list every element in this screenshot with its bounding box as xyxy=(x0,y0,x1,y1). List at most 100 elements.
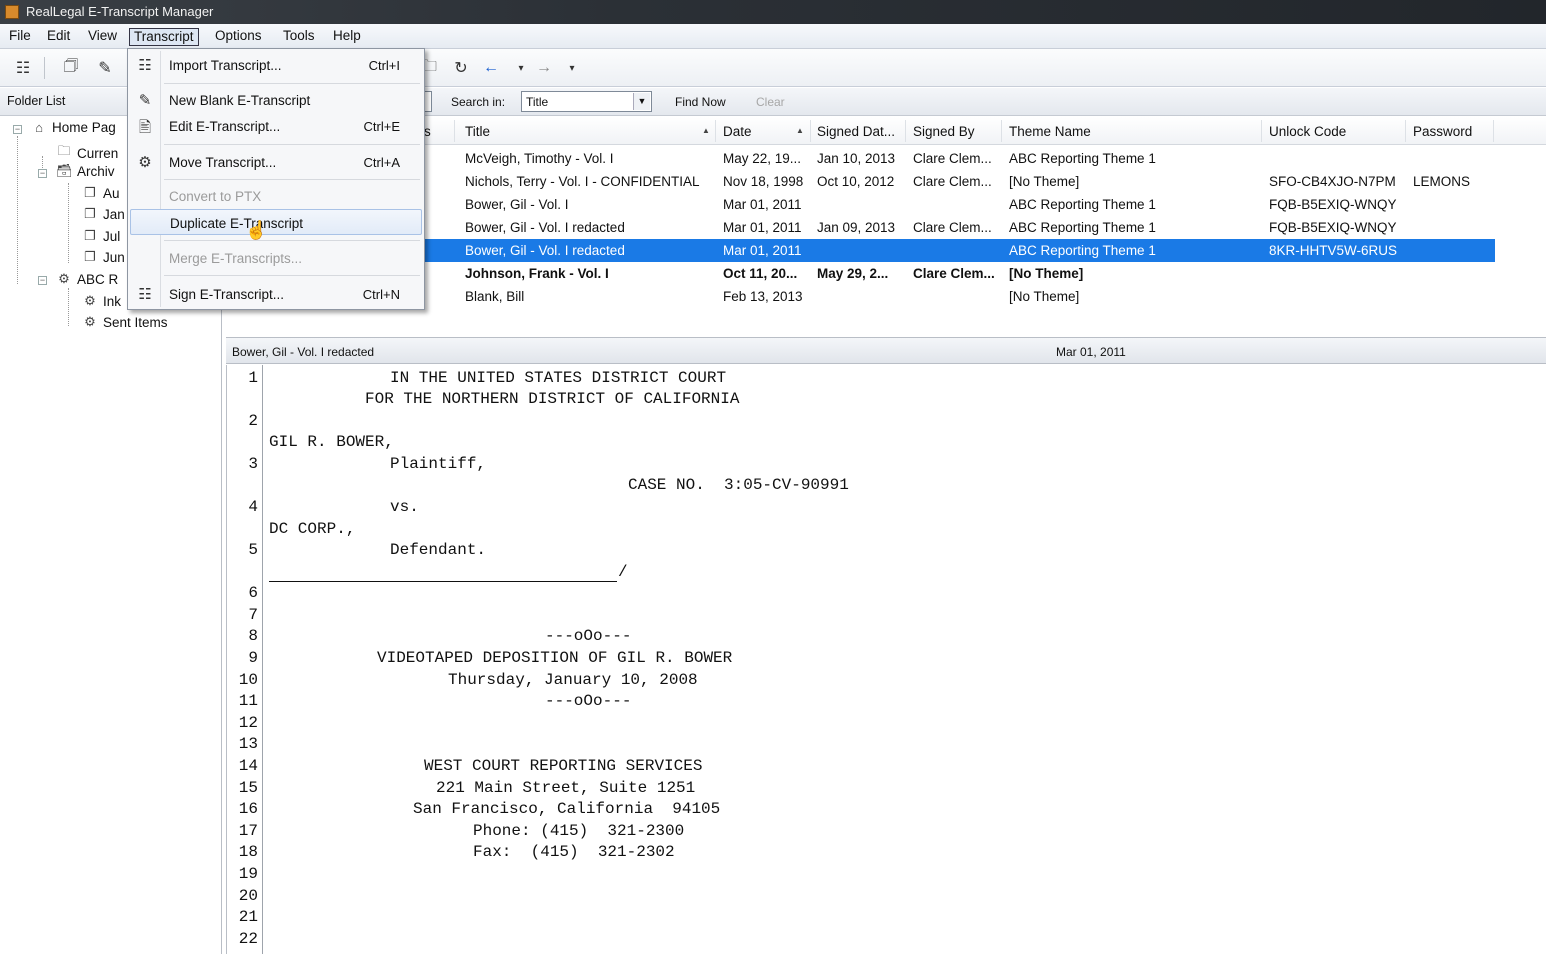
line-number: 19 xyxy=(238,865,258,883)
tree-jun[interactable]: ❐ Jun xyxy=(82,249,125,265)
import-icon[interactable]: ☷ xyxy=(12,57,34,79)
menu-item-shortcut: Ctrl+A xyxy=(363,155,400,170)
tree-label: Home Pag xyxy=(52,120,116,135)
forward-dropdown-icon[interactable]: ▾ xyxy=(561,57,583,79)
line-number: 2 xyxy=(248,412,258,430)
tree-abc[interactable]: ⚙ ABC R xyxy=(56,271,118,287)
menu-merge-transcripts[interactable]: Merge E-Transcripts... xyxy=(130,245,422,271)
menu-edit[interactable]: Edit xyxy=(43,28,74,46)
tree-aug[interactable]: ❐ Au xyxy=(82,185,120,201)
import-icon: ☷ xyxy=(138,57,152,74)
cell-unlock: 8KR-HHTV5W-6RUS xyxy=(1269,243,1398,258)
tree-expander[interactable]: − xyxy=(38,169,47,178)
tree-label: Jul xyxy=(103,228,121,244)
col-header-unlock[interactable]: Unlock Code xyxy=(1269,124,1346,139)
col-header-title[interactable]: Title xyxy=(465,124,490,139)
menu-help[interactable]: Help xyxy=(329,28,365,46)
search-in-select[interactable]: Title ▼ xyxy=(521,91,652,112)
col-header-signed-by[interactable]: Signed By xyxy=(913,124,975,139)
cell-signed-by: Clare Clem... xyxy=(913,266,995,281)
cell-title: Nichols, Terry - Vol. I - CONFIDENTIAL xyxy=(465,174,700,189)
tree-sent[interactable]: ⚙ Sent Items xyxy=(82,314,168,330)
transcript-line: vs. xyxy=(390,498,419,516)
col-separator xyxy=(715,120,716,142)
caption-rule xyxy=(269,581,617,582)
tree-label: Jan xyxy=(103,206,125,222)
menu-duplicate-transcript[interactable]: Duplicate E-Transcript xyxy=(130,209,422,235)
menu-move-transcript[interactable]: ⚙ Move Transcript... Ctrl+A xyxy=(130,149,422,175)
menu-import-transcript[interactable]: ☷ Import Transcript... Ctrl+I xyxy=(130,52,422,78)
sign-icon: ☷ xyxy=(138,286,152,303)
tree-expander[interactable]: − xyxy=(13,125,22,134)
menu-options[interactable]: Options xyxy=(211,28,266,46)
transcript-line: VIDEOTAPED DEPOSITION OF GIL R. BOWER xyxy=(377,649,733,667)
tree-label: Sent Items xyxy=(103,314,168,330)
refresh-doc-icon[interactable]: ↻ xyxy=(450,57,472,79)
line-number: 18 xyxy=(238,843,258,861)
line-number: 14 xyxy=(238,757,258,775)
inbox-icon: ⚙ xyxy=(84,293,96,308)
menu-file[interactable]: File xyxy=(5,28,35,46)
new-doc-icon[interactable]: 🗇 xyxy=(60,57,82,79)
tree-label: Au xyxy=(103,185,120,201)
col-header-theme[interactable]: Theme Name xyxy=(1009,124,1091,139)
cell-title: Bower, Gil - Vol. I redacted xyxy=(465,220,625,235)
menu-sign-transcript[interactable]: ☷ Sign E-Transcript... Ctrl+N xyxy=(130,281,422,307)
back-arrow-icon[interactable]: ← xyxy=(480,57,502,79)
transcript-line: Thursday, January 10, 2008 xyxy=(448,671,698,689)
tree-current[interactable]: 🗀 Curren xyxy=(56,142,118,164)
menu-transcript[interactable]: Transcript xyxy=(129,28,199,46)
menu-convert-ptx[interactable]: Convert to PTX xyxy=(130,183,422,209)
forward-arrow-icon[interactable]: → xyxy=(533,57,555,79)
doc-folder-icon: ❐ xyxy=(84,206,96,221)
transcript-preview[interactable]: 1 2 3 4 5 6 7 8 9 10 11 12 13 14 15 16 1… xyxy=(226,365,1546,954)
menu-view[interactable]: View xyxy=(84,28,121,46)
preview-date: Mar 01, 2011 xyxy=(1056,345,1126,359)
col-header-date[interactable]: Date xyxy=(723,124,752,139)
menu-item-label: Move Transcript... xyxy=(169,155,277,170)
sort-indicator-icon: ▲ xyxy=(796,126,804,135)
cell-date: May 22, 19... xyxy=(723,151,802,166)
menu-separator xyxy=(164,179,420,180)
line-number: 22 xyxy=(238,930,258,948)
cell-theme: ABC Reporting Theme 1 xyxy=(1009,220,1156,235)
menu-edit-transcript[interactable]: 🖹 Edit E-Transcript... Ctrl+E xyxy=(130,113,422,139)
transcript-line: FOR THE NORTHERN DISTRICT OF CALIFORNIA xyxy=(365,390,740,408)
line-number: 12 xyxy=(238,714,258,732)
title-bar: RealLegal E-Transcript Manager xyxy=(0,0,1546,24)
line-number: 15 xyxy=(238,779,258,797)
clear-button[interactable]: Clear xyxy=(756,95,785,109)
col-header-password[interactable]: Password xyxy=(1413,124,1472,139)
col-separator xyxy=(1001,120,1002,142)
menu-new-blank-transcript[interactable]: ✎ New Blank E-Transcript xyxy=(130,87,422,113)
tree-jan[interactable]: ❐ Jan xyxy=(82,206,125,222)
cell-title: Bower, Gil - Vol. I redacted xyxy=(465,243,625,258)
chevron-down-icon[interactable]: ▼ xyxy=(633,93,650,110)
edit-doc-icon[interactable]: ✎ xyxy=(94,57,116,79)
back-dropdown-icon[interactable]: ▾ xyxy=(510,57,532,79)
find-now-button[interactable]: Find Now xyxy=(675,95,726,109)
cell-unlock: FQB-B5EXIQ-WNQY xyxy=(1269,220,1397,235)
cell-unlock: FQB-B5EXIQ-WNQY xyxy=(1269,197,1397,212)
cell-title: Johnson, Frank - Vol. I xyxy=(465,266,609,281)
col-header-signed-date[interactable]: Signed Dat... xyxy=(817,124,895,139)
tree-inbox[interactable]: ⚙ Ink xyxy=(82,293,121,309)
line-number: 9 xyxy=(248,649,258,667)
menu-tools[interactable]: Tools xyxy=(279,28,319,46)
transcript-line: WEST COURT REPORTING SERVICES xyxy=(424,757,703,775)
menu-separator xyxy=(164,83,420,84)
tree-archive[interactable]: 🗃 Archiv xyxy=(56,163,115,179)
col-separator xyxy=(1261,120,1262,142)
line-number: 4 xyxy=(248,498,258,516)
tree-home[interactable]: ⌂ Home Pag xyxy=(31,120,116,135)
menu-item-shortcut: Ctrl+I xyxy=(368,58,400,73)
sort-indicator-icon: ▲ xyxy=(702,126,710,135)
transcript-line: Fax: (415) 321-2302 xyxy=(473,843,675,861)
line-number: 13 xyxy=(238,735,258,753)
tree-expander[interactable]: − xyxy=(38,276,47,285)
col-header-s[interactable]: s xyxy=(424,124,431,139)
tree-label: Archiv xyxy=(77,163,115,179)
tree-jul[interactable]: ❐ Jul xyxy=(82,228,120,244)
new-doc-icon: ✎ xyxy=(138,92,152,109)
archive-icon: 🗃 xyxy=(56,163,73,178)
